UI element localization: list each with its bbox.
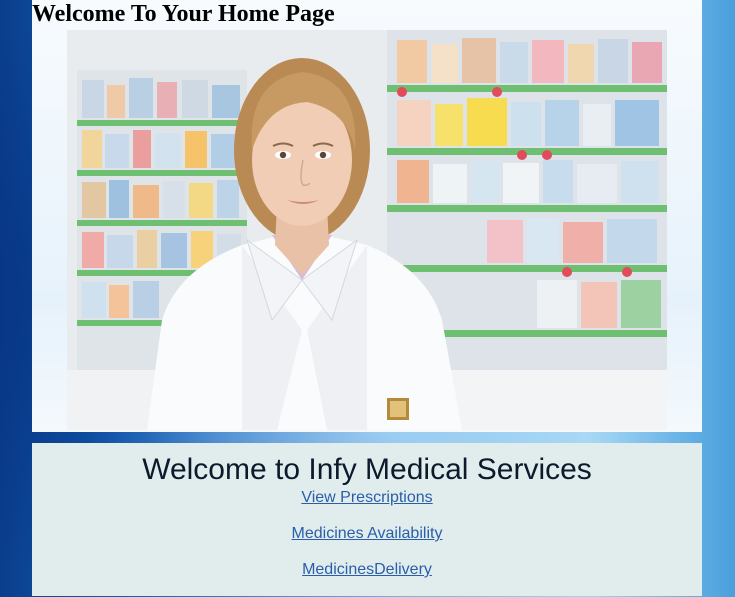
page-title: Welcome To Your Home Page — [32, 1, 335, 27]
link-row: MedicinesDelivery — [32, 561, 702, 597]
medicines-delivery-link[interactable]: MedicinesDelivery — [302, 561, 432, 578]
top-panel: Welcome To Your Home Page — [32, 0, 702, 432]
medicines-availability-link[interactable]: Medicines Availability — [292, 525, 443, 542]
services-links: View Prescriptions Medicines Availabilit… — [32, 489, 702, 597]
link-row: View Prescriptions — [32, 489, 702, 525]
pharmacist-image — [67, 30, 667, 430]
services-panel: Welcome to Infy Medical Services View Pr… — [32, 443, 702, 596]
view-prescriptions-link[interactable]: View Prescriptions — [301, 489, 432, 506]
link-row: Medicines Availability — [32, 525, 702, 561]
services-title: Welcome to Infy Medical Services — [142, 453, 592, 486]
